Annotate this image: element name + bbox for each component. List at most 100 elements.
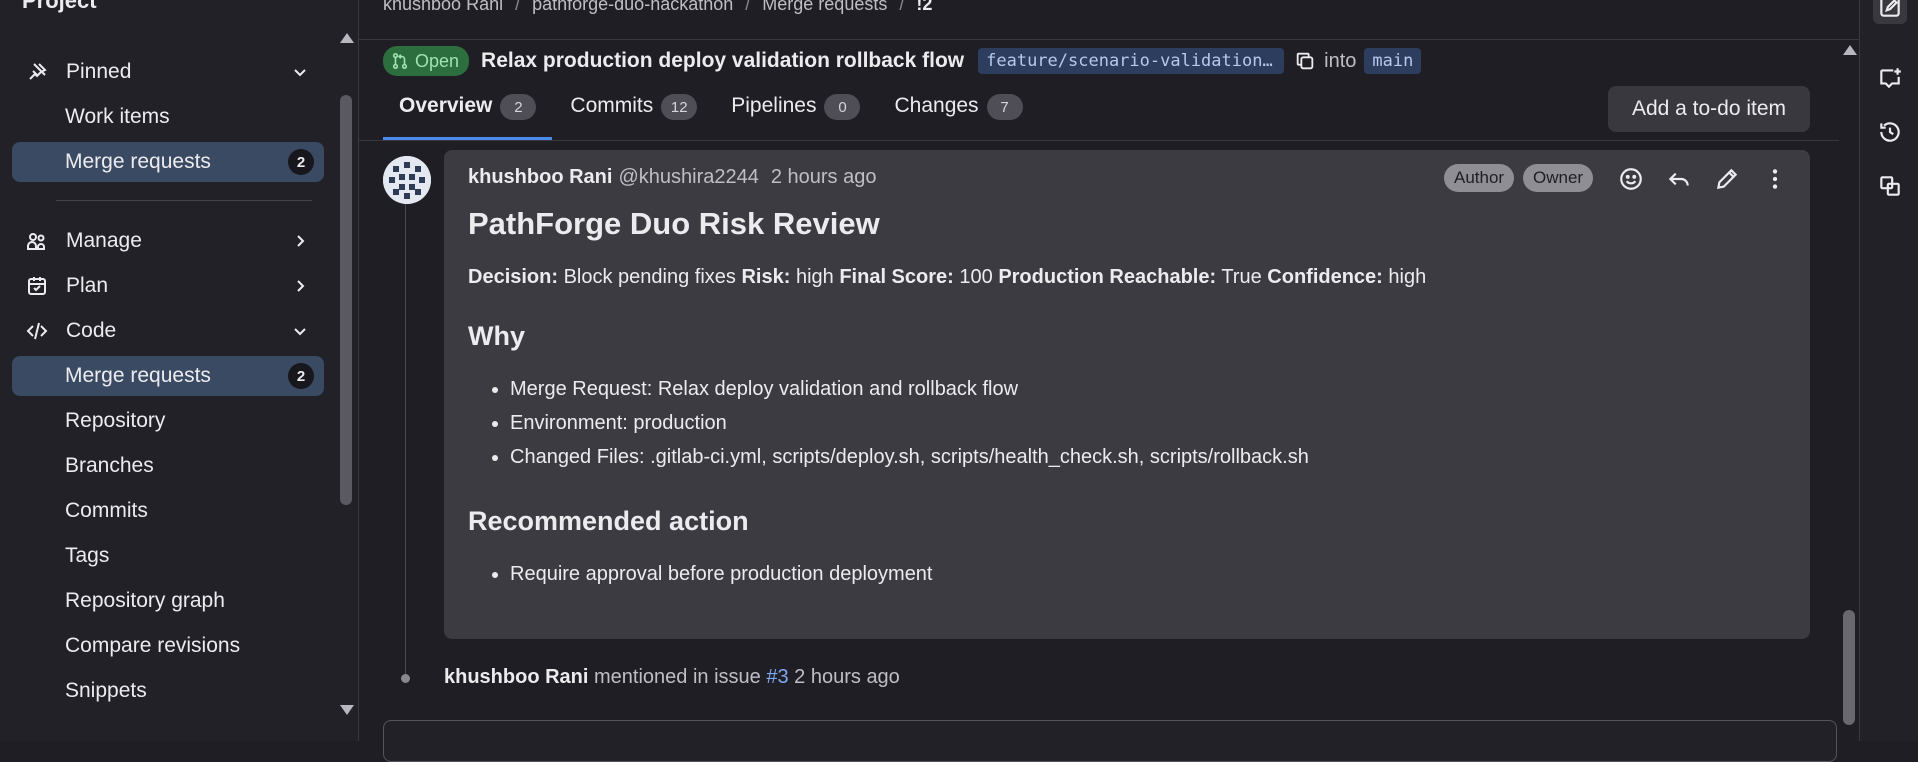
sidebar-item-repository[interactable]: Repository — [12, 401, 324, 441]
sidebar-label: Repository graph — [65, 589, 225, 612]
mr-title-bar: Open Relax production deploy validation … — [383, 46, 1422, 76]
sidebar-item-compare-revisions[interactable]: Compare revisions — [12, 626, 324, 666]
sidebar-label: Work items — [65, 105, 170, 128]
tab-label: Changes — [894, 94, 979, 117]
note-handle[interactable]: @khushira2244 — [618, 166, 758, 188]
edit-button[interactable] — [1712, 164, 1742, 194]
count-badge: 2 — [288, 363, 314, 389]
sidebar-item-pinned-merge-requests[interactable]: Merge requests 2 — [12, 142, 324, 182]
sidebar-section-manage[interactable]: Manage — [12, 221, 324, 261]
sidebar-item-tags[interactable]: Tags — [12, 536, 324, 576]
note-time[interactable]: 2 hours ago — [771, 166, 877, 188]
source-branch[interactable]: feature/scenario-validation-rollback — [978, 48, 1285, 74]
tab-label: Pipelines — [731, 94, 817, 117]
rail-comment-button[interactable] — [1873, 61, 1907, 95]
tab-count: 7 — [986, 94, 1023, 120]
add-todo-button[interactable]: Add a to-do item — [1608, 86, 1810, 132]
sidebar-label: Repository — [65, 409, 166, 432]
breadcrumb: khushboo Rani / pathforge-duo-hackathon / Me… — [383, 0, 932, 15]
sidebar-section-plan[interactable]: Plan — [12, 266, 324, 306]
sidebar-scrollbar[interactable] — [340, 95, 352, 505]
sidebar-label: Plan — [66, 274, 109, 297]
sidebar-item-commits[interactable]: Commits — [12, 491, 324, 531]
tab-pipelines[interactable]: Pipelines 0 — [715, 86, 876, 138]
reply-button[interactable] — [1664, 164, 1694, 194]
sidebar-label: Merge requests — [65, 150, 211, 173]
breadcrumb-link[interactable]: khushboo Rani — [383, 0, 503, 14]
left-sidebar: Project Pinned Work items Merge requests… — [0, 0, 359, 741]
tab-label: Overview — [399, 94, 493, 117]
system-note: khushboo Rani mentioned in issue #3 2 ho… — [444, 666, 900, 689]
chevron-right-icon — [297, 280, 305, 292]
more-actions-button[interactable] — [1760, 164, 1790, 194]
note-header: khushboo Rani @khushira2244 2 hours ago — [468, 166, 876, 189]
pin-icon — [24, 59, 50, 85]
tab-count: 0 — [824, 94, 861, 120]
target-branch[interactable]: main — [1364, 48, 1422, 74]
calendar-icon — [24, 273, 50, 299]
scroll-down-arrow[interactable] — [340, 705, 354, 715]
chevron-down-icon — [294, 69, 306, 77]
rail-edit-button[interactable] — [1873, 0, 1907, 24]
rail-copy-button[interactable] — [1873, 169, 1907, 203]
list-item: Require approval before production deplo… — [510, 557, 1788, 591]
chevron-right-icon — [297, 235, 305, 247]
tab-commits[interactable]: Commits 12 — [554, 86, 713, 138]
note-summary: Decision: Block pending fixes Risk: high… — [468, 266, 1427, 288]
copy-icon[interactable] — [1294, 50, 1316, 72]
sidebar-item-work-items[interactable]: Work items — [12, 97, 324, 137]
comment-add-icon — [1880, 68, 1901, 89]
page-title: Relax production deploy validation rollb… — [481, 49, 965, 72]
sidebar-label: Pinned — [66, 60, 132, 83]
tabs-divider — [359, 140, 1839, 141]
sidebar-section-code[interactable]: Code — [12, 311, 324, 351]
tab-overview[interactable]: Overview 2 — [383, 86, 553, 140]
avatar[interactable] — [383, 156, 431, 204]
sidebar-section-pinned[interactable]: Pinned — [12, 52, 324, 92]
rail-history-button[interactable] — [1873, 115, 1907, 149]
main-content: khushboo Rani / pathforge-duo-hackathon / Me… — [359, 0, 1859, 762]
users-icon — [24, 228, 50, 254]
reply-icon — [1668, 172, 1689, 186]
right-rail — [1859, 0, 1918, 741]
breadcrumb-link[interactable]: pathforge-duo-hackathon — [532, 0, 733, 14]
main-scrollbar[interactable] — [1843, 610, 1855, 725]
sidebar-item-repository-graph[interactable]: Repository graph — [12, 581, 324, 621]
sidebar-label: Branches — [65, 454, 154, 477]
sidebar-label: Merge requests — [65, 364, 211, 387]
emoji-button[interactable] — [1616, 164, 1646, 194]
duplicate-icon — [1880, 176, 1900, 196]
history-icon — [1880, 122, 1900, 142]
comment-editor[interactable] — [383, 720, 1837, 762]
sidebar-divider — [56, 200, 312, 201]
header-divider — [359, 39, 1859, 40]
code-icon — [24, 318, 50, 344]
scroll-up-arrow[interactable] — [1843, 45, 1857, 55]
system-note-author[interactable]: khushboo Rani — [444, 666, 588, 688]
breadcrumb-current[interactable]: !2 — [916, 0, 932, 14]
pencil-icon — [1716, 168, 1738, 190]
tab-label: Commits — [570, 94, 654, 117]
sidebar-item-snippets[interactable]: Snippets — [12, 671, 324, 711]
sidebar-label: Code — [66, 319, 117, 342]
breadcrumb-link[interactable]: Merge requests — [762, 0, 887, 14]
mr-tabs: Overview 2 Commits 12 Pipelines 0 Changes 7 — [383, 86, 1041, 140]
sidebar-label: Snippets — [65, 679, 147, 702]
kebab-menu-icon — [1772, 169, 1778, 189]
sidebar-item-branches[interactable]: Branches — [12, 446, 324, 486]
list-item: Changed Files: .gitlab-ci.yml, scripts/d… — [510, 440, 1788, 474]
system-note-text: mentioned in issue — [594, 666, 761, 688]
edit-square-icon — [1880, 0, 1900, 17]
note-author[interactable]: khushboo Rani — [468, 166, 612, 188]
tab-changes[interactable]: Changes 7 — [878, 86, 1038, 138]
issue-link[interactable]: #3 — [766, 666, 788, 688]
status-badge: Open — [383, 46, 470, 76]
comment-note: khushboo Rani @khushira2244 2 hours ago Au… — [444, 150, 1810, 639]
sidebar-item-merge-requests[interactable]: Merge requests 2 — [12, 356, 324, 396]
scroll-up-arrow[interactable] — [340, 33, 354, 43]
merge-request-icon — [392, 52, 408, 70]
status-label: Open — [415, 50, 460, 71]
system-note-time[interactable]: 2 hours ago — [794, 666, 900, 688]
note-body: PathForge Duo Risk Review Decision: Bloc… — [468, 206, 1788, 623]
list-item: Merge Request: Relax deploy validation a… — [510, 372, 1788, 406]
